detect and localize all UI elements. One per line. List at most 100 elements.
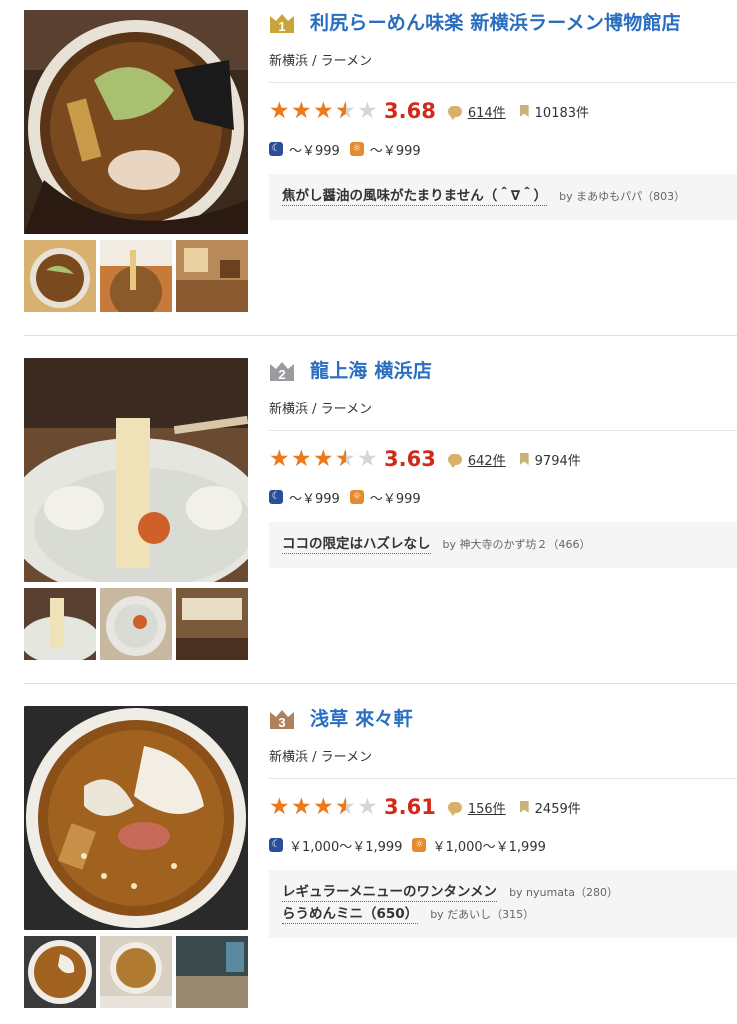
bronze-crown-icon: 3 <box>270 710 294 730</box>
half-star-icon: ★ <box>335 445 357 473</box>
rating-row: ★ ★ ★ ★ ★ 3.63 642件 9794件 <box>269 445 581 473</box>
restaurant-name-link[interactable]: 利尻らーめん味楽 新横浜ラーメン博物館店 <box>310 8 681 35</box>
review-bubble-icon <box>447 105 462 120</box>
reviewer-name: by だあいし（315） <box>430 908 535 921</box>
gold-crown-icon: 1 <box>270 14 294 34</box>
bookmark-icon <box>519 453 529 465</box>
thumbnail[interactable] <box>176 588 248 660</box>
area-genre: 新横浜 / ラーメン <box>269 402 373 417</box>
review-title-link[interactable]: レギュラーメニューのワンタンメン <box>282 883 498 902</box>
thumbnail[interactable] <box>176 240 248 312</box>
lunch-price: ￥1,000～￥1,999 <box>432 839 546 855</box>
dinner-moon-icon: ☾ <box>269 142 283 156</box>
restaurant-name-link[interactable]: 龍上海 横浜店 <box>310 356 432 383</box>
bookmark-icon <box>519 105 529 117</box>
divider <box>269 430 737 431</box>
empty-star-icon: ★ <box>357 98 378 124</box>
dinner-price: ～￥999 <box>289 491 340 507</box>
review-title-link[interactable]: 焦がし醤油の風味がたまりません（＾∇＾） <box>282 187 548 206</box>
dinner-price: ～￥999 <box>289 143 340 159</box>
bookmark-count: 9794件 <box>534 453 581 469</box>
divider <box>269 778 737 779</box>
review-snippet-box: 焦がし醤油の風味がたまりません（＾∇＾） by まあゆもパパ（803） <box>269 174 737 220</box>
star-icon: ★ <box>313 794 334 820</box>
review-count-link[interactable]: 642件 <box>468 450 506 469</box>
price-row: ☾ ～￥999 ☼ ～￥999 <box>269 488 421 507</box>
review-bubble-icon <box>447 801 462 816</box>
area-genre: 新横浜 / ラーメン <box>269 54 373 69</box>
restaurant-entry: 3 浅草 來々軒 新横浜 / ラーメン ★ ★ ★ ★ ★ 3.61 156件 … <box>0 696 737 1024</box>
rating-stars: ★ ★ ★ ★ ★ <box>269 793 379 821</box>
review-count-link[interactable]: 156件 <box>468 798 506 817</box>
dinner-price: ￥1,000～￥1,999 <box>289 839 403 855</box>
reviewer-name: by 神大寺のかず坊２（466） <box>442 538 591 551</box>
main-photo[interactable] <box>24 706 248 930</box>
star-icon: ★ <box>269 98 290 124</box>
bookmark-icon <box>519 801 529 813</box>
empty-star-icon: ★ <box>357 794 378 820</box>
review-title-link[interactable]: らうめんミニ（650） <box>282 905 419 924</box>
review-bubble-icon <box>447 453 462 468</box>
rating-score: 3.61 <box>384 795 436 819</box>
thumbnail[interactable] <box>176 936 248 1008</box>
half-star-icon: ★ <box>335 97 357 125</box>
restaurant-entry: 1 利尻らーめん味楽 新横浜ラーメン博物館店 新横浜 / ラーメン ★ ★ ★ … <box>0 0 737 336</box>
entry-divider <box>24 683 737 684</box>
empty-star-icon: ★ <box>357 446 378 472</box>
star-icon: ★ <box>313 98 334 124</box>
rank-number: 1 <box>278 19 285 34</box>
photo-thumbnails <box>24 240 248 312</box>
rating-stars: ★ ★ ★ ★ ★ <box>269 445 379 473</box>
thumbnail[interactable] <box>100 588 172 660</box>
restaurant-name-link[interactable]: 浅草 來々軒 <box>310 704 413 731</box>
review-snippet: 焦がし醤油の風味がたまりません（＾∇＾） by まあゆもパパ（803） <box>282 186 724 208</box>
review-title-link[interactable]: ココの限定はハズレなし <box>282 535 431 554</box>
main-photo[interactable] <box>24 10 248 234</box>
star-icon: ★ <box>291 794 312 820</box>
review-snippet-box: レギュラーメニューのワンタンメン by nyumata（280） らうめんミニ（… <box>269 870 737 938</box>
price-row: ☾ ～￥999 ☼ ～￥999 <box>269 140 421 159</box>
half-star-icon: ★ <box>335 793 357 821</box>
star-icon: ★ <box>291 446 312 472</box>
rating-stars: ★ ★ ★ ★ ★ <box>269 97 379 125</box>
review-count-link[interactable]: 614件 <box>468 102 506 121</box>
review-snippet: らうめんミニ（650） by だあいし（315） <box>282 904 724 926</box>
review-snippet: ココの限定はハズレなし by 神大寺のかず坊２（466） <box>282 534 724 556</box>
lunch-sun-icon: ☼ <box>349 490 364 504</box>
thumbnail[interactable] <box>24 588 96 660</box>
restaurant-entry: 2 龍上海 横浜店 新横浜 / ラーメン ★ ★ ★ ★ ★ 3.63 642件… <box>0 348 737 684</box>
lunch-price: ～￥999 <box>369 491 421 507</box>
divider <box>269 82 737 83</box>
star-icon: ★ <box>269 446 290 472</box>
thumbnail[interactable] <box>100 240 172 312</box>
star-icon: ★ <box>269 794 290 820</box>
lunch-sun-icon: ☼ <box>349 142 364 156</box>
bookmark-count: 10183件 <box>534 105 590 121</box>
reviewer-name: by nyumata（280） <box>509 886 619 899</box>
thumbnail[interactable] <box>24 240 96 312</box>
photo-thumbnails <box>24 588 248 660</box>
photo-thumbnails <box>24 936 248 1008</box>
thumbnail[interactable] <box>24 936 96 1008</box>
rank-number: 3 <box>278 715 285 730</box>
area-genre: 新横浜 / ラーメン <box>269 750 373 765</box>
dinner-moon-icon: ☾ <box>269 490 283 504</box>
rating-score: 3.68 <box>384 99 436 123</box>
review-snippet: レギュラーメニューのワンタンメン by nyumata（280） <box>282 882 724 904</box>
thumbnail[interactable] <box>100 936 172 1008</box>
dinner-moon-icon: ☾ <box>269 838 283 852</box>
main-photo[interactable] <box>24 358 248 582</box>
price-row: ☾ ￥1,000～￥1,999 ☼ ￥1,000～￥1,999 <box>269 836 546 855</box>
lunch-sun-icon: ☼ <box>412 838 427 852</box>
entry-divider <box>24 335 737 336</box>
rating-score: 3.63 <box>384 447 436 471</box>
rating-row: ★ ★ ★ ★ ★ 3.61 156件 2459件 <box>269 793 581 821</box>
rating-row: ★ ★ ★ ★ ★ 3.68 614件 10183件 <box>269 97 589 125</box>
review-snippet-box: ココの限定はハズレなし by 神大寺のかず坊２（466） <box>269 522 737 568</box>
star-icon: ★ <box>291 98 312 124</box>
rank-number: 2 <box>278 367 285 382</box>
bookmark-count: 2459件 <box>534 801 581 817</box>
star-icon: ★ <box>313 446 334 472</box>
lunch-price: ～￥999 <box>369 143 421 159</box>
silver-crown-icon: 2 <box>270 362 294 382</box>
